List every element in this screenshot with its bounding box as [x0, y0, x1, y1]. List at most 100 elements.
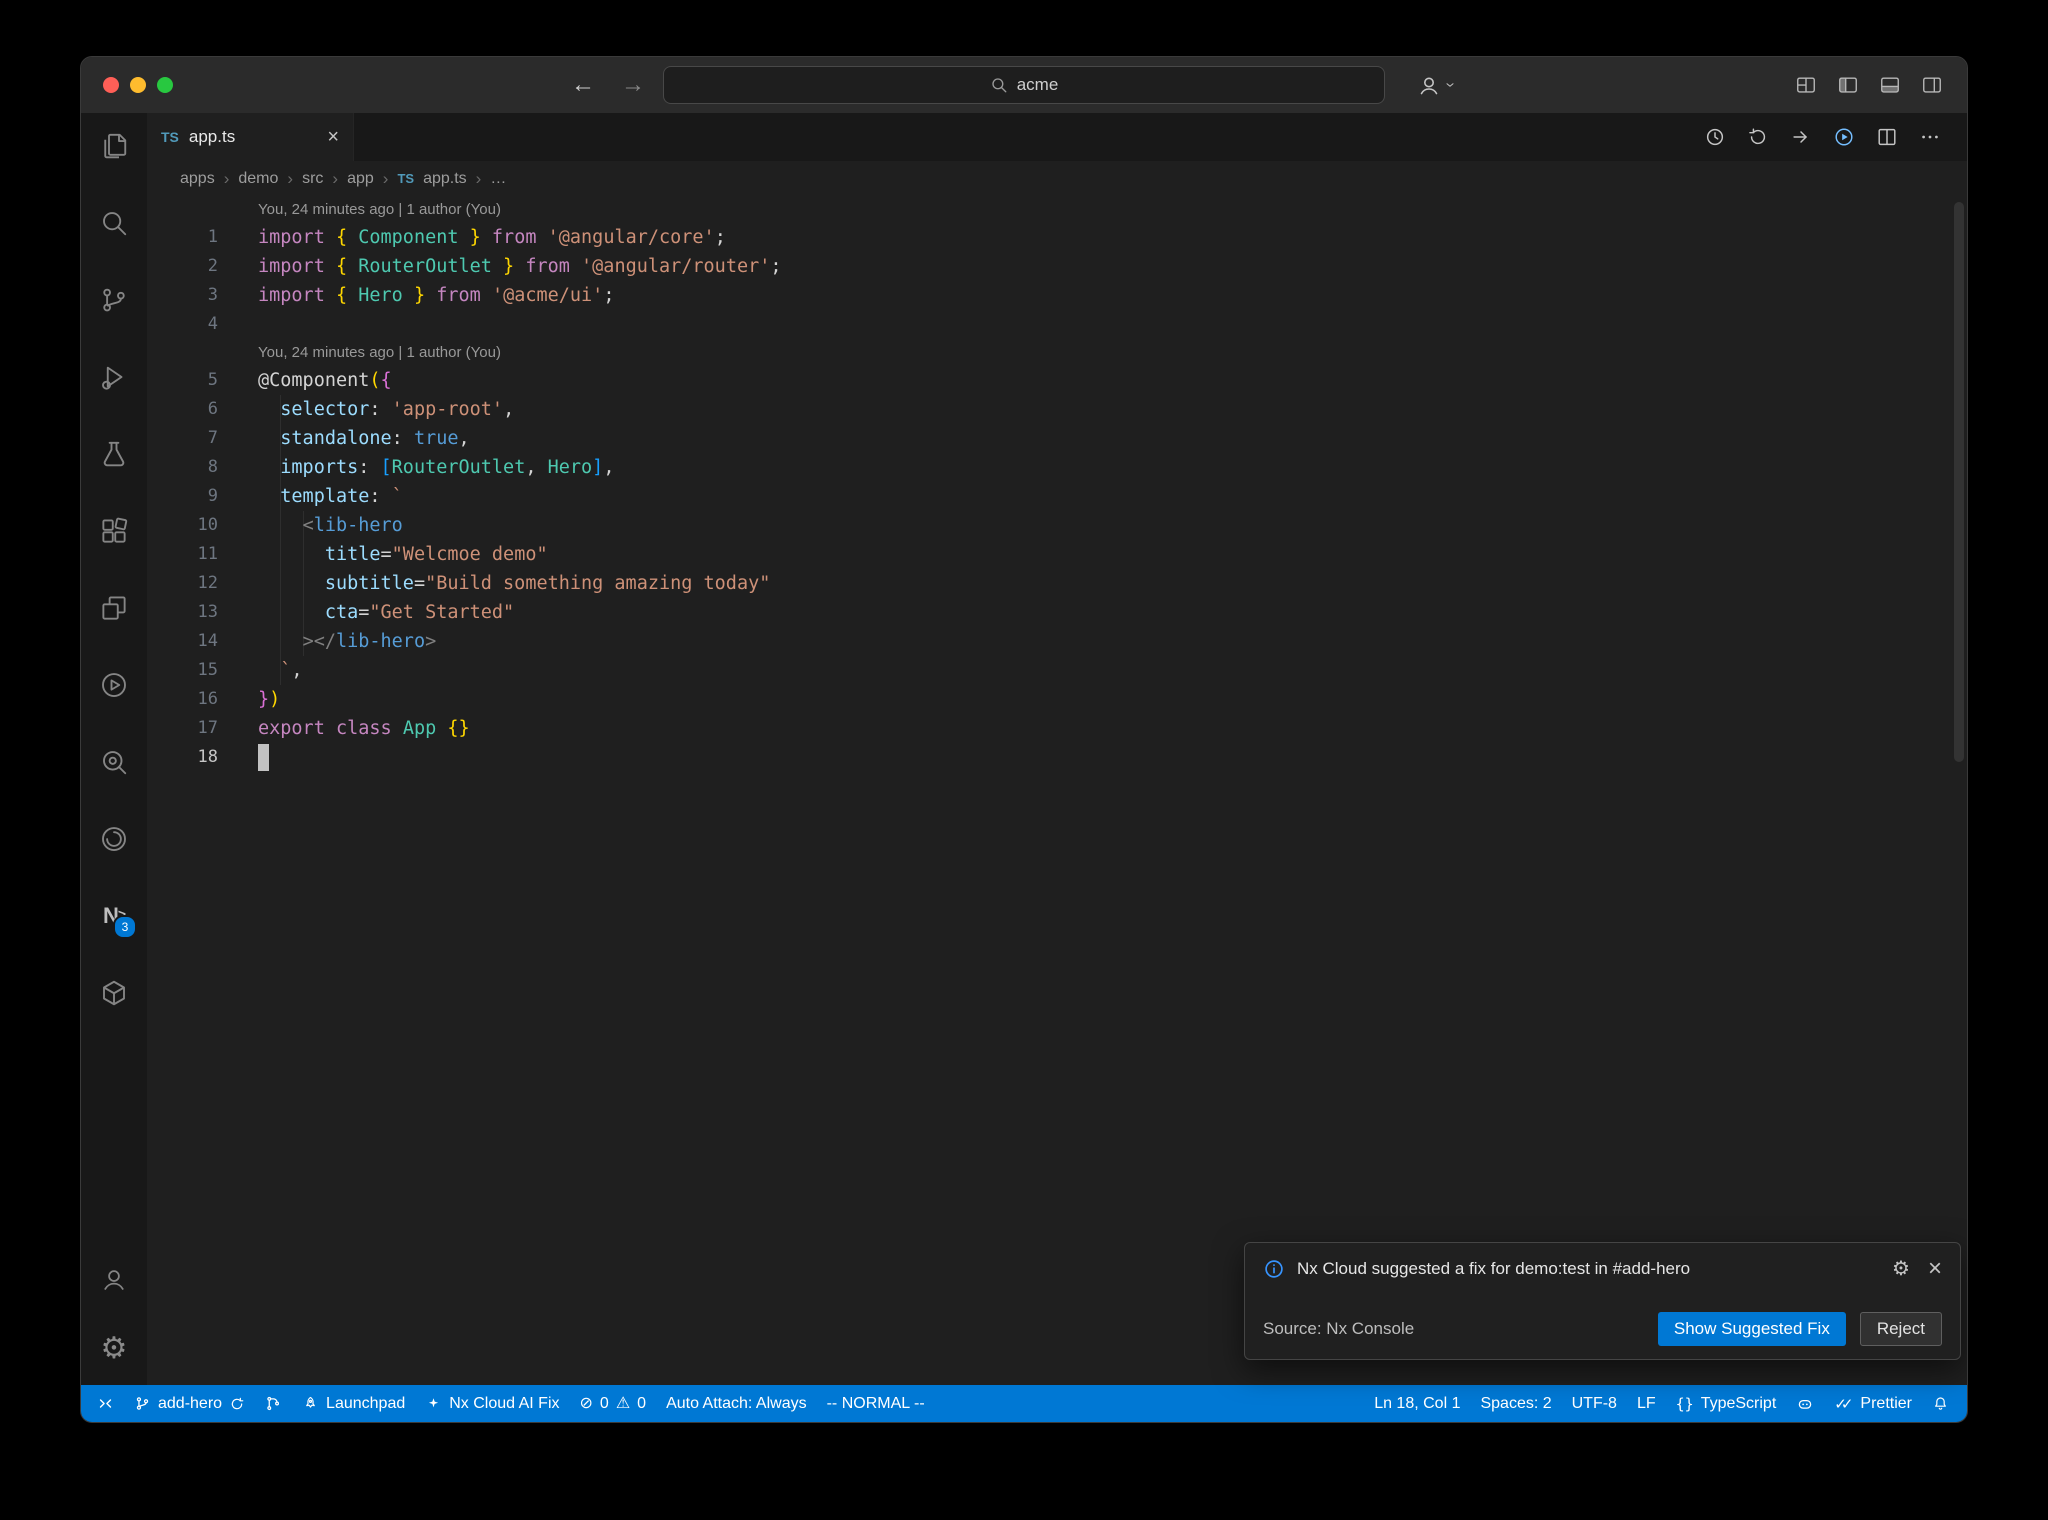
code-line-17[interactable]: 17 export class App {} [147, 714, 1967, 743]
chevron-right-icon: › [287, 168, 294, 188]
sparkle-icon [425, 1395, 442, 1412]
navigate-back-icon[interactable]: ← [571, 71, 595, 99]
code-line-11[interactable]: 11 title="Welcmoe demo" [147, 540, 1967, 569]
account-menu[interactable] [1417, 57, 1456, 113]
arrow-right-icon[interactable] [1790, 126, 1812, 148]
remote-icon [97, 1395, 114, 1412]
breadcrumb-item[interactable]: app.ts [423, 170, 467, 188]
code-line-1[interactable]: 1 import { Component } from '@angular/cor… [147, 223, 1967, 252]
toggle-primary-sidebar-icon[interactable] [1837, 74, 1859, 96]
code-search-icon[interactable] [90, 738, 138, 786]
customize-layout-icon[interactable] [1795, 74, 1817, 96]
tab-app-ts[interactable]: TS app.ts × [147, 113, 354, 161]
zoom-button[interactable] [157, 77, 173, 93]
run-file-icon[interactable] [1833, 126, 1855, 148]
auto-attach-status[interactable]: Auto Attach: Always [656, 1385, 817, 1422]
notification-settings-gear-icon[interactable]: ⚙ [1892, 1256, 1910, 1281]
title-bar: ← → acme [81, 57, 1967, 113]
code-line-8[interactable]: 8 imports: [RouterOutlet, Hero], [147, 453, 1967, 482]
circular-logo-icon[interactable] [90, 815, 138, 863]
indent-guide [280, 395, 281, 685]
code-line-15[interactable]: 15 `, [147, 656, 1967, 685]
eol-status[interactable]: LF [1627, 1385, 1666, 1422]
breadcrumb-item[interactable]: … [490, 170, 506, 188]
navigate-forward-icon[interactable]: → [621, 71, 645, 99]
chevron-right-icon: › [223, 168, 230, 188]
vertical-scrollbar[interactable] [1954, 202, 1964, 762]
toggle-secondary-sidebar-icon[interactable] [1921, 74, 1943, 96]
git-branch-status[interactable]: add-hero [124, 1385, 255, 1422]
breadcrumb-item[interactable]: app [347, 170, 374, 188]
code-lines: You, 24 minutes ago | 1 author (You) 1 imp… [147, 196, 1967, 772]
indentation-status[interactable]: Spaces: 2 [1470, 1385, 1561, 1422]
problems-indicator[interactable]: ⊘ 0 ⚠ 0 [570, 1385, 657, 1422]
formatter-status[interactable]: ✓✓ Prettier [1824, 1385, 1922, 1422]
extensions-icon[interactable] [90, 507, 138, 555]
accounts-icon[interactable] [90, 1255, 138, 1303]
vscode-window: ← → acme N> 3 ⚙ TS app.ts × apps › demo … [80, 56, 1968, 1423]
reject-button[interactable]: Reject [1859, 1312, 1942, 1346]
explorer-icon[interactable] [90, 122, 138, 170]
code-line-9[interactable]: 9 template: ` [147, 482, 1967, 511]
remote-indicator[interactable] [87, 1385, 124, 1422]
code-line-13[interactable]: 13 cta="Get Started" [147, 598, 1967, 627]
toggle-panel-icon[interactable] [1879, 74, 1901, 96]
code-line-10[interactable]: 10 <lib-hero [147, 511, 1967, 540]
codelens-row[interactable]: You, 24 minutes ago | 1 author (You) [147, 196, 1967, 223]
close-button[interactable] [103, 77, 119, 93]
code-line-12[interactable]: 12 subtitle="Build something amazing tod… [147, 569, 1967, 598]
history-icon[interactable] [1704, 126, 1726, 148]
code-line-6[interactable]: 6 selector: 'app-root', [147, 395, 1967, 424]
notifications-bell[interactable] [1922, 1385, 1959, 1422]
notification-title: Nx Cloud suggested a fix for demo:test i… [1297, 1258, 1691, 1278]
warning-icon: ⚠ [615, 1394, 631, 1412]
encoding-status[interactable]: UTF-8 [1562, 1385, 1627, 1422]
run-debug-icon[interactable] [90, 353, 138, 401]
nx-cloud-fix-button[interactable]: Nx Cloud AI Fix [415, 1385, 569, 1422]
editor-code-area[interactable]: You, 24 minutes ago | 1 author (You) 1 imp… [147, 196, 1967, 1385]
code-line-7[interactable]: 7 standalone: true, [147, 424, 1967, 453]
package-icon[interactable] [90, 969, 138, 1017]
command-center-search[interactable]: acme [663, 66, 1385, 104]
code-line-4[interactable]: 4 [147, 310, 1967, 339]
codelens-row[interactable]: You, 24 minutes ago | 1 author (You) [147, 339, 1967, 366]
code-line-2[interactable]: 2 import { RouterOutlet } from '@angular/… [147, 252, 1967, 281]
cursor-position[interactable]: Ln 18, Col 1 [1364, 1385, 1470, 1422]
more-actions-icon[interactable] [1919, 126, 1941, 148]
warning-count: 0 [637, 1394, 647, 1412]
notification-close-icon[interactable]: × [1928, 1256, 1942, 1281]
tab-label: app.ts [188, 127, 236, 146]
copilot-status[interactable] [1786, 1385, 1824, 1422]
tab-close-icon[interactable]: × [327, 127, 339, 147]
minimize-button[interactable] [130, 77, 146, 93]
code-line-16[interactable]: 16}) [147, 685, 1967, 714]
nx-icon[interactable]: N> 3 [90, 892, 138, 940]
show-suggested-fix-button[interactable]: Show Suggested Fix [1657, 1312, 1846, 1346]
settings-gear-icon[interactable]: ⚙ [90, 1325, 138, 1373]
nx-badge: 3 [113, 915, 137, 939]
play-circle-icon[interactable] [90, 661, 138, 709]
refresh-icon[interactable] [1747, 126, 1769, 148]
split-editor-icon[interactable] [1876, 126, 1898, 148]
source-control-icon[interactable] [90, 276, 138, 324]
commit-graph-button[interactable] [255, 1385, 292, 1422]
breadcrumb-item[interactable]: src [302, 170, 323, 188]
search-view-icon[interactable] [90, 199, 138, 247]
code-line-14[interactable]: 14 ></lib-hero> [147, 627, 1967, 656]
info-icon [1263, 1258, 1285, 1280]
breadcrumb-item[interactable]: demo [238, 170, 278, 188]
git-branch-icon [134, 1395, 151, 1412]
window-controls [103, 77, 173, 93]
code-line-5[interactable]: 5 @Component({ [147, 366, 1967, 395]
chevron-down-icon [1444, 79, 1456, 91]
double-check-icon: ✓✓ [1834, 1395, 1853, 1413]
code-line-18[interactable]: 18 [147, 743, 1967, 772]
language-mode[interactable]: {} TypeScript [1666, 1385, 1787, 1422]
vim-mode-indicator[interactable]: -- NORMAL -- [817, 1385, 935, 1422]
remote-explorer-icon[interactable] [90, 584, 138, 632]
code-line-3[interactable]: 3 import { Hero } from '@acme/ui'; [147, 281, 1967, 310]
branch-name: add-hero [158, 1394, 223, 1412]
testing-icon[interactable] [90, 430, 138, 478]
breadcrumb-item[interactable]: apps [180, 170, 215, 188]
launchpad-button[interactable]: Launchpad [292, 1385, 415, 1422]
